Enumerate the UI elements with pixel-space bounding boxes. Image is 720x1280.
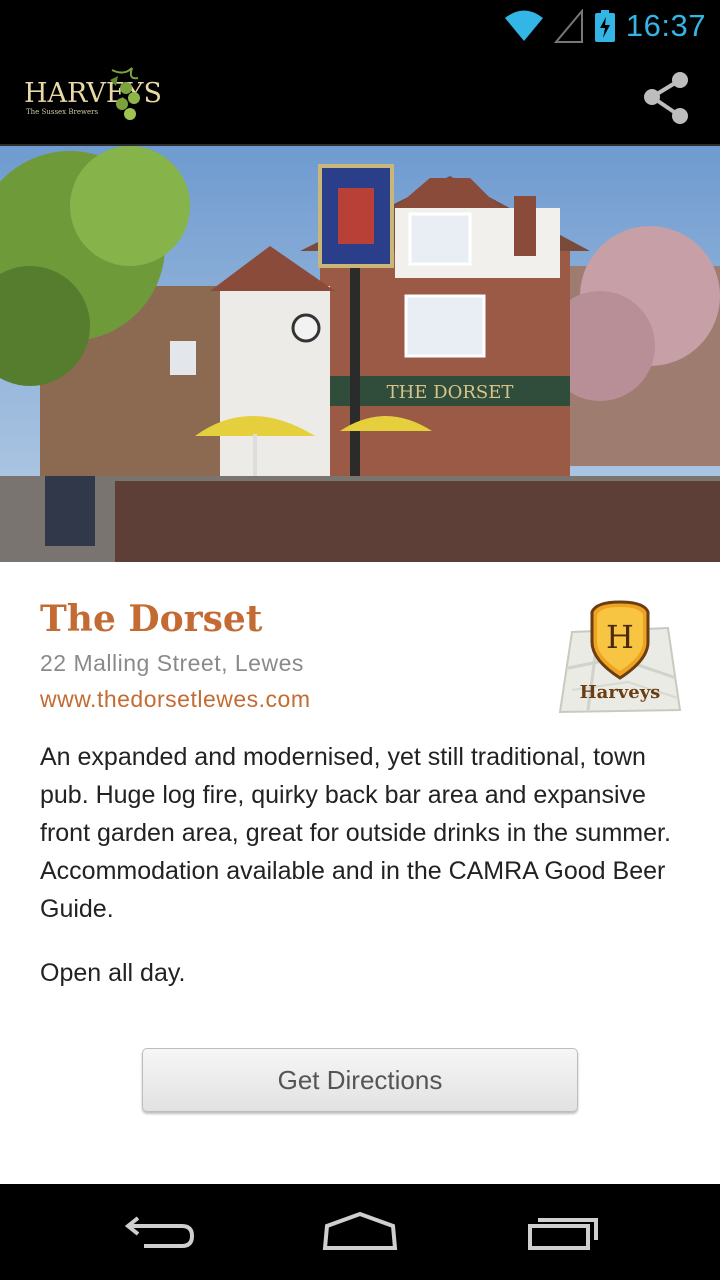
harveys-map-icon: H Harveys <box>558 600 682 714</box>
pub-description: An expanded and modernised, yet still tr… <box>40 743 671 923</box>
status-icons: 16:37 <box>504 6 706 46</box>
opening-hours: Open all day. <box>40 959 186 987</box>
clock-time: 16:37 <box>625 8 706 43</box>
hop-icon <box>110 67 140 120</box>
navigation-bar <box>0 1184 720 1280</box>
map-badge-letter: H <box>606 618 634 656</box>
recent-apps-icon <box>528 1218 598 1250</box>
pub-name: The Dorset <box>40 598 263 640</box>
recent-apps-button[interactable] <box>516 1206 606 1258</box>
home-button[interactable] <box>315 1206 405 1258</box>
get-directions-button[interactable]: Get Directions <box>142 1048 578 1112</box>
home-icon <box>322 1211 398 1250</box>
pub-photo: THE DORSET <box>0 146 720 562</box>
wifi-icon <box>504 10 543 41</box>
logo-tagline: The Sussex Brewers <box>26 108 99 116</box>
pub-sign-text: THE DORSET <box>387 382 514 403</box>
battery-charging-icon <box>594 10 615 42</box>
pub-website-link[interactable]: www.thedorsetlewes.com <box>40 686 311 713</box>
harveys-logo[interactable]: HARVEYS The Sussex Brewers <box>22 66 162 128</box>
cell-signal-icon <box>553 9 583 43</box>
status-bar: 16:37 <box>0 0 720 50</box>
back-icon <box>124 1216 195 1248</box>
back-button[interactable] <box>116 1206 206 1258</box>
map-pin-button[interactable]: H Harveys <box>558 598 682 716</box>
share-button[interactable] <box>640 70 696 126</box>
share-icon <box>644 72 688 124</box>
action-bar: HARVEYS The Sussex Brewers <box>0 50 720 146</box>
map-badge-label: Harveys <box>580 682 661 703</box>
pub-address: 22 Malling Street, Lewes <box>40 650 304 676</box>
